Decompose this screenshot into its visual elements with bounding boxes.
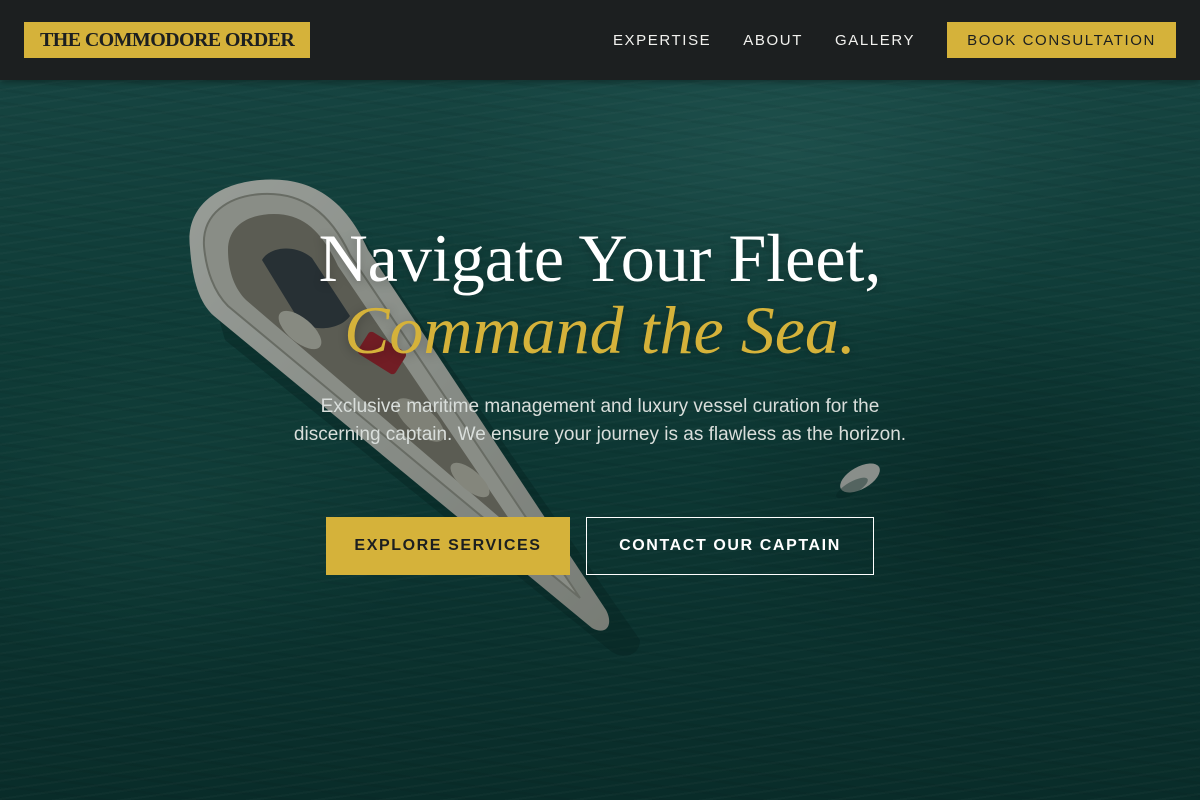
nav-link-expertise[interactable]: EXPERTISE [613, 32, 711, 49]
headline-line-2: Command the Sea. [344, 292, 856, 368]
brand-logo[interactable]: THE COMMODORE ORDER [24, 22, 311, 58]
nav-link-gallery[interactable]: GALLERY [835, 32, 915, 49]
headline-line-1: Navigate Your Fleet, [318, 220, 882, 296]
book-consultation-button[interactable]: BOOK CONSULTATION [947, 22, 1176, 58]
explore-services-button[interactable]: EXPLORE SERVICES [326, 517, 570, 575]
hero-actions: EXPLORE SERVICES CONTACT OUR CAPTAIN [0, 517, 1200, 575]
site-header: THE COMMODORE ORDER EXPERTISE ABOUT GALL… [0, 0, 1200, 80]
contact-captain-button[interactable]: CONTACT OUR CAPTAIN [586, 517, 874, 575]
hero-subtitle: Exclusive maritime management and luxury… [293, 396, 907, 445]
hero-content: Navigate Your Fleet, Command the Sea. Ex… [0, 80, 1200, 800]
main-nav: EXPERTISE ABOUT GALLERY BOOK CONSULTATIO… [613, 22, 1176, 58]
hero-headline: Navigate Your Fleet, Command the Sea. [0, 222, 1200, 366]
nav-link-about[interactable]: ABOUT [743, 32, 803, 49]
hero-section: Navigate Your Fleet, Command the Sea. Ex… [0, 80, 1200, 800]
